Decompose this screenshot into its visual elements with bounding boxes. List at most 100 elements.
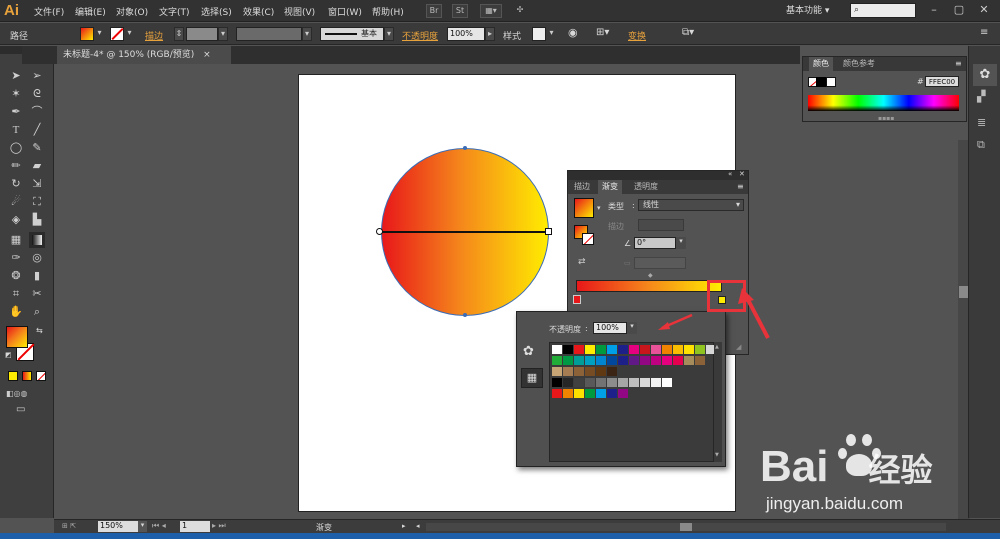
swatch[interactable]	[684, 356, 694, 365]
close-panel-icon[interactable]: ✕	[739, 170, 745, 178]
gradient-annotator-bar[interactable]	[381, 231, 549, 233]
swatches-mode-icon[interactable]: ▦	[521, 368, 543, 388]
swatch[interactable]	[695, 356, 705, 365]
blend-icon[interactable]: ◎	[29, 250, 45, 266]
menu-window[interactable]: 窗口(W)	[328, 5, 362, 18]
minimize-icon[interactable]: –	[925, 3, 943, 18]
anchor-point-bottom[interactable]	[463, 313, 467, 317]
swatch[interactable]	[585, 356, 595, 365]
lasso-icon[interactable]: ᘓ	[29, 86, 45, 102]
pen-icon[interactable]: ✒	[8, 104, 24, 120]
swatch[interactable]	[574, 345, 584, 354]
screen-mode-icon[interactable]: ▭	[16, 404, 25, 415]
layers-icon[interactable]: ≣	[977, 116, 986, 129]
color-mode-icon[interactable]: ✿	[523, 344, 534, 359]
scroll-down-icon[interactable]: ▼	[715, 452, 719, 458]
swatch[interactable]	[607, 378, 617, 387]
brush-dropdown-icon[interactable]: ▾	[384, 27, 394, 41]
workspace-switcher[interactable]: 基本功能 ▾	[786, 4, 840, 18]
panel-menu-icon[interactable]: ≡	[980, 27, 988, 38]
swatch[interactable]	[574, 389, 584, 398]
swatch[interactable]	[552, 367, 562, 376]
stroke-dropdown-icon[interactable]: ▾	[125, 27, 134, 41]
artboard-number-field[interactable]: 1	[180, 521, 210, 532]
swatch[interactable]	[607, 356, 617, 365]
swatch[interactable]	[629, 356, 639, 365]
warp-icon[interactable]: ☄	[8, 194, 24, 210]
tab-gradient[interactable]: 渐变	[598, 180, 622, 194]
opacity-field[interactable]: 100%	[447, 27, 485, 41]
fill-dropdown-icon[interactable]: ▾	[95, 27, 104, 41]
close-icon[interactable]: ✕	[975, 3, 993, 18]
select-arrow-icon[interactable]: ➤	[8, 68, 24, 84]
document-tab[interactable]: 未标题-4* @ 150% (RGB/预览) ×	[57, 46, 231, 64]
menu-view[interactable]: 视图(V)	[284, 5, 315, 18]
recolor-icon[interactable]: ◉	[568, 26, 578, 39]
swatch[interactable]	[651, 356, 661, 365]
eyedropper-icon[interactable]: ✑	[8, 250, 24, 266]
hscroll-thumb[interactable]	[680, 523, 692, 531]
stroke-gradient-options[interactable]	[638, 219, 684, 231]
stroke-label[interactable]: 描边	[145, 29, 163, 42]
gradient-icon[interactable]	[29, 232, 45, 248]
zoom-icon[interactable]: ⌕	[29, 304, 45, 320]
status-icons[interactable]: ⊞ ⇱	[62, 522, 76, 530]
color-mode-button[interactable]	[8, 371, 18, 381]
stock-button[interactable]: St	[452, 4, 468, 18]
stroke-weight-dropdown-icon[interactable]: ▾	[218, 27, 228, 41]
swatch[interactable]	[596, 389, 606, 398]
swatch[interactable]	[585, 389, 595, 398]
swatch[interactable]	[563, 345, 573, 354]
mesh-icon[interactable]: ▦	[8, 232, 24, 248]
curvature-icon[interactable]: ⌒	[29, 104, 45, 120]
column-graph-icon[interactable]: ▮	[29, 268, 45, 284]
search-input[interactable]: ⌕	[850, 3, 916, 18]
swatch[interactable]	[563, 367, 573, 376]
palette-icon[interactable]: ✿	[973, 64, 997, 86]
rotate-icon[interactable]: ↻	[8, 176, 24, 192]
swatch[interactable]	[596, 345, 606, 354]
angle-field[interactable]: 0°	[634, 237, 676, 249]
menu-help[interactable]: 帮助(H)	[372, 5, 404, 18]
slice-icon[interactable]: ✂	[29, 286, 45, 302]
swatch[interactable]	[607, 367, 617, 376]
scroll-left-icon[interactable]: ◂	[416, 522, 420, 530]
swatch[interactable]	[640, 356, 650, 365]
swatch-scrollbar[interactable]: ▲ ▼	[714, 342, 722, 462]
swatch[interactable]	[552, 389, 562, 398]
opacity-dropdown-icon[interactable]: ▸	[485, 27, 495, 41]
midpoint-diamond-icon[interactable]: ◆	[648, 272, 653, 279]
swatch[interactable]	[596, 356, 606, 365]
sync-icon[interactable]: ✣	[512, 4, 528, 18]
aspect-ratio-field[interactable]	[634, 257, 686, 269]
maximize-icon[interactable]: ▢	[950, 3, 968, 18]
swatch[interactable]	[563, 378, 573, 387]
isolate-icon[interactable]: ⧉▾	[682, 27, 694, 38]
angle-dropdown-icon[interactable]: ▾	[676, 237, 686, 249]
white-swatch[interactable]	[826, 77, 836, 87]
tab-stroke[interactable]: 描边	[570, 180, 594, 194]
swatch[interactable]	[640, 378, 650, 387]
swap-icon[interactable]: ⇆	[36, 326, 43, 335]
gradient-preset-dropdown-icon[interactable]: ▾	[597, 204, 601, 212]
eraser-icon[interactable]: ▰	[29, 158, 45, 174]
swatch[interactable]	[662, 356, 672, 365]
resize-grip-icon[interactable]: ▪▪▪▪	[878, 115, 894, 122]
hex-input[interactable]: FFEC00	[925, 76, 959, 87]
zoom-dropdown-icon[interactable]: ▾	[138, 521, 147, 532]
menu-file[interactable]: 文件(F)	[34, 5, 64, 18]
stop-opacity-field[interactable]: 100%	[593, 322, 627, 334]
swatch[interactable]	[618, 389, 628, 398]
stroke-gradient-box[interactable]	[582, 233, 594, 245]
black-swatch[interactable]	[816, 77, 826, 87]
close-tab-icon[interactable]: ×	[203, 50, 211, 60]
status-menu-icon[interactable]: ▸	[402, 522, 406, 530]
start-color-stop[interactable]	[573, 295, 581, 304]
prev-artboard-icon[interactable]: ⏮ ◂	[152, 521, 166, 531]
graphic-style-swatch[interactable]	[532, 27, 546, 41]
swatch[interactable]	[552, 345, 562, 354]
panel-menu-icon[interactable]: ≡	[737, 182, 744, 191]
color-spectrum[interactable]	[808, 95, 959, 111]
shape-builder-icon[interactable]: ◈	[8, 212, 24, 228]
arrange-documents-icon[interactable]: ▦▾	[480, 4, 502, 18]
